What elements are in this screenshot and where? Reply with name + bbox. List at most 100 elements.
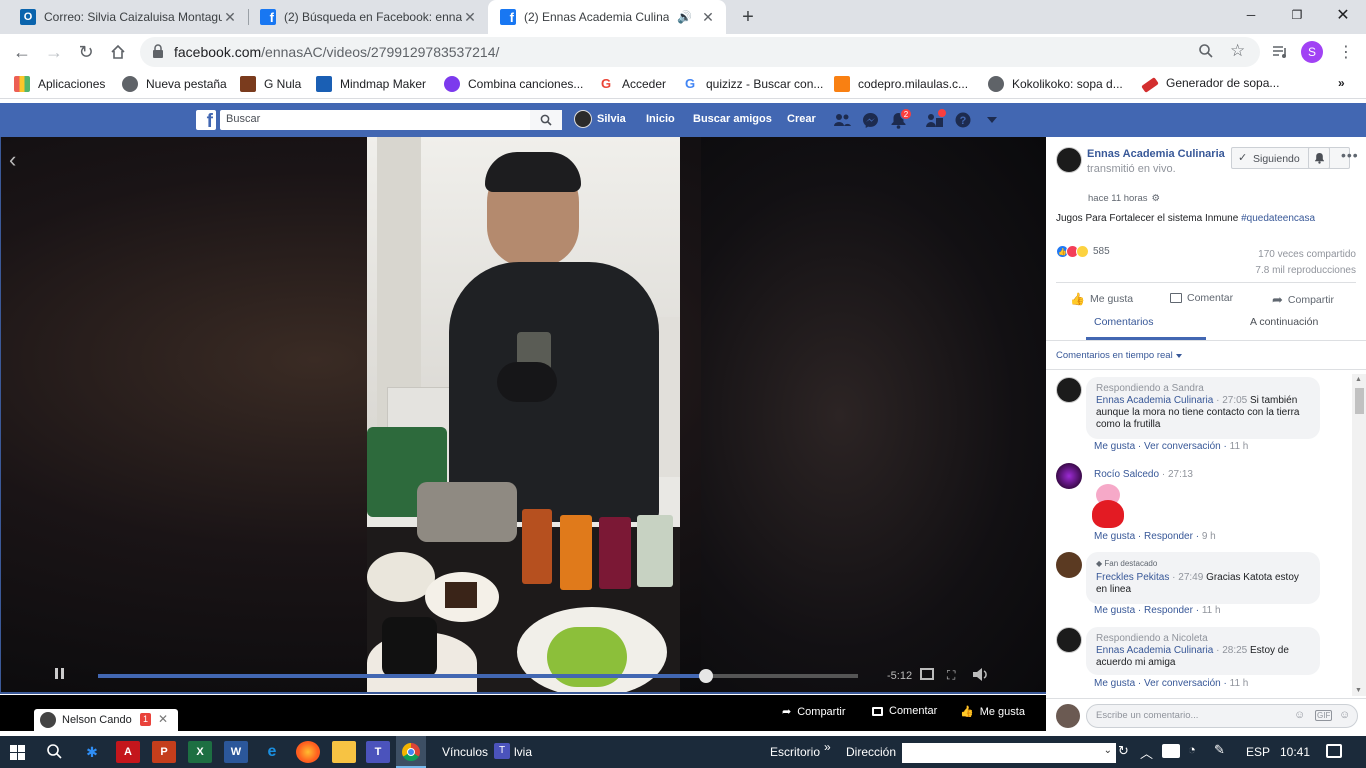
following-button[interactable]: ✓ Siguiendo: [1231, 147, 1350, 169]
comment-age[interactable]: 11 h: [1230, 441, 1249, 452]
comment-age[interactable]: 9 h: [1202, 531, 1216, 542]
comment-author[interactable]: Rocío Salcedo: [1094, 469, 1159, 480]
video-progress-handle[interactable]: [699, 669, 713, 683]
avatar[interactable]: [1056, 552, 1082, 578]
close-icon[interactable]: ✕: [462, 9, 478, 25]
chevron-double-icon[interactable]: »: [824, 740, 831, 754]
user-name-link[interactable]: Silvia: [597, 113, 626, 125]
windows-start-icon[interactable]: [10, 745, 26, 761]
bookmark-mindmap[interactable]: Mindmap Maker: [316, 76, 426, 92]
media-control-icon[interactable]: [1266, 38, 1294, 66]
messenger-icon[interactable]: [862, 112, 879, 129]
notification-bell-button[interactable]: [1308, 147, 1330, 169]
comment-like-link[interactable]: Me gusta: [1094, 531, 1135, 542]
teams-link-icon[interactable]: T: [494, 743, 510, 759]
reply-link[interactable]: Responder: [1144, 605, 1193, 616]
video-back-icon[interactable]: ‹: [9, 147, 16, 173]
bookmark-combina[interactable]: Combina canciones...: [444, 76, 583, 92]
file-explorer-icon[interactable]: [332, 741, 356, 763]
video-progress-track[interactable]: [98, 674, 858, 678]
comment-age[interactable]: 11 h: [1202, 605, 1221, 616]
tab-up-next[interactable]: A continuación: [1250, 316, 1318, 328]
bookmark-star-icon[interactable]: ☆: [1230, 41, 1245, 61]
home-button[interactable]: [104, 38, 132, 66]
avatar[interactable]: [1056, 627, 1082, 653]
clock[interactable]: 10:41: [1280, 745, 1310, 759]
emoji-icon[interactable]: ☺: [1294, 709, 1305, 721]
avatar[interactable]: [1056, 463, 1082, 489]
go-arrow-icon[interactable]: ↻: [1118, 743, 1129, 759]
links-toolbar[interactable]: Vínculos: [442, 745, 488, 759]
bookmark-new-tab[interactable]: Nueva pestaña: [122, 76, 227, 92]
comment-timestamp[interactable]: 27:05: [1222, 395, 1247, 406]
comment-action[interactable]: Comentar: [872, 705, 937, 717]
hashtag-link[interactable]: #quedateencasa: [1241, 213, 1315, 224]
comment-author[interactable]: Ennas Academia Culinaria: [1096, 645, 1213, 656]
bookmark-codepro[interactable]: codepro.milaulas.c...: [834, 76, 968, 92]
comment-timestamp[interactable]: 27:49: [1178, 572, 1203, 583]
wifi-icon[interactable]: ◔: [1188, 742, 1196, 757]
gif-icon[interactable]: GIF: [1315, 710, 1333, 721]
new-tab-button[interactable]: +: [736, 5, 760, 29]
like-button[interactable]: 👍 Me gusta: [1070, 292, 1133, 306]
friends-icon[interactable]: [833, 112, 851, 128]
share-action[interactable]: ➦ Compartir: [782, 705, 846, 719]
tab-outlook[interactable]: O Correo: Silvia Caizaluisa Montagu ✕: [8, 0, 248, 34]
bluetooth-icon[interactable]: ✱: [80, 741, 104, 763]
nav-create[interactable]: Crear: [787, 113, 816, 125]
view-conversation-link[interactable]: Ver conversación: [1144, 678, 1221, 689]
pause-button[interactable]: [55, 668, 64, 679]
menu-dots-icon[interactable]: ⋮: [1332, 38, 1360, 66]
comment-like-link[interactable]: Me gusta: [1094, 441, 1135, 452]
word-icon[interactable]: W: [224, 741, 248, 763]
lock-icon[interactable]: [152, 44, 164, 58]
show-hidden-icons[interactable]: ︿: [1140, 743, 1153, 762]
minimize-button[interactable]: ─: [1228, 0, 1274, 30]
page-avatar[interactable]: [1056, 147, 1082, 173]
reactions-summary[interactable]: 👍 585: [1056, 245, 1110, 258]
comment-filter-dropdown[interactable]: Comentarios en tiempo real: [1056, 350, 1182, 361]
desktop-toolbar[interactable]: Escritorio: [770, 745, 820, 759]
close-icon[interactable]: ✕: [700, 9, 716, 25]
address-bar[interactable]: facebook.com/ennasAC/videos/279912978353…: [140, 37, 1260, 67]
post-time[interactable]: hace 11 horas: [1088, 193, 1148, 204]
teams-icon[interactable]: T: [366, 741, 390, 763]
comment-like-link[interactable]: Me gusta: [1094, 678, 1135, 689]
close-window-button[interactable]: ✕: [1320, 0, 1366, 30]
comment-timestamp[interactable]: 28:25: [1222, 645, 1247, 656]
bookmark-acceder[interactable]: G Acceder: [598, 76, 666, 92]
zoom-icon[interactable]: [1198, 43, 1214, 59]
search-icon[interactable]: [46, 743, 62, 759]
video-player[interactable]: ‹ -5:12 ⛶: [0, 137, 1046, 694]
language-indicator[interactable]: ESP: [1246, 745, 1270, 759]
comment-timestamp[interactable]: 27:13: [1168, 469, 1193, 480]
page-name-link[interactable]: Ennas Academia Culinaria: [1087, 148, 1225, 160]
search-input[interactable]: Buscar: [220, 110, 562, 130]
back-button[interactable]: ←: [8, 38, 36, 66]
pip-icon[interactable]: [920, 668, 934, 680]
forward-button[interactable]: →: [40, 38, 68, 66]
comment-input[interactable]: Escribe un comentario... ☺ GIF ☺: [1086, 704, 1358, 728]
bookmark-g-nula[interactable]: G Nula: [240, 76, 301, 92]
speaker-icon[interactable]: 🔊: [677, 10, 692, 24]
bookmark-generador[interactable]: Generador de sopa...: [1141, 76, 1279, 93]
nav-home[interactable]: Inicio: [646, 113, 675, 125]
address-toolbar-input[interactable]: ⌄: [902, 743, 1116, 763]
restore-button[interactable]: ❐: [1274, 0, 1320, 30]
chat-tab[interactable]: Nelson Cando 1 ✕: [34, 709, 178, 731]
facebook-logo-icon[interactable]: f: [196, 110, 216, 130]
pen-icon[interactable]: ✎: [1214, 742, 1225, 758]
comment-button[interactable]: Comentar: [1170, 292, 1233, 304]
tab-comments[interactable]: Comentarios: [1094, 316, 1154, 328]
comment-like-link[interactable]: Me gusta: [1094, 605, 1135, 616]
volume-icon[interactable]: [972, 667, 989, 682]
nav-find-friends[interactable]: Buscar amigos: [693, 113, 772, 125]
taskbar-lvia[interactable]: lvia: [514, 745, 532, 759]
notification-center-icon[interactable]: [1326, 744, 1342, 758]
search-button[interactable]: [530, 110, 562, 130]
comment-author[interactable]: Ennas Academia Culinaria: [1096, 395, 1213, 406]
bookmark-quizizz[interactable]: G quizizz - Buscar con...: [682, 76, 823, 92]
avatar[interactable]: [1056, 377, 1082, 403]
battery-icon[interactable]: [1162, 744, 1180, 758]
acrobat-icon[interactable]: A: [116, 741, 140, 763]
